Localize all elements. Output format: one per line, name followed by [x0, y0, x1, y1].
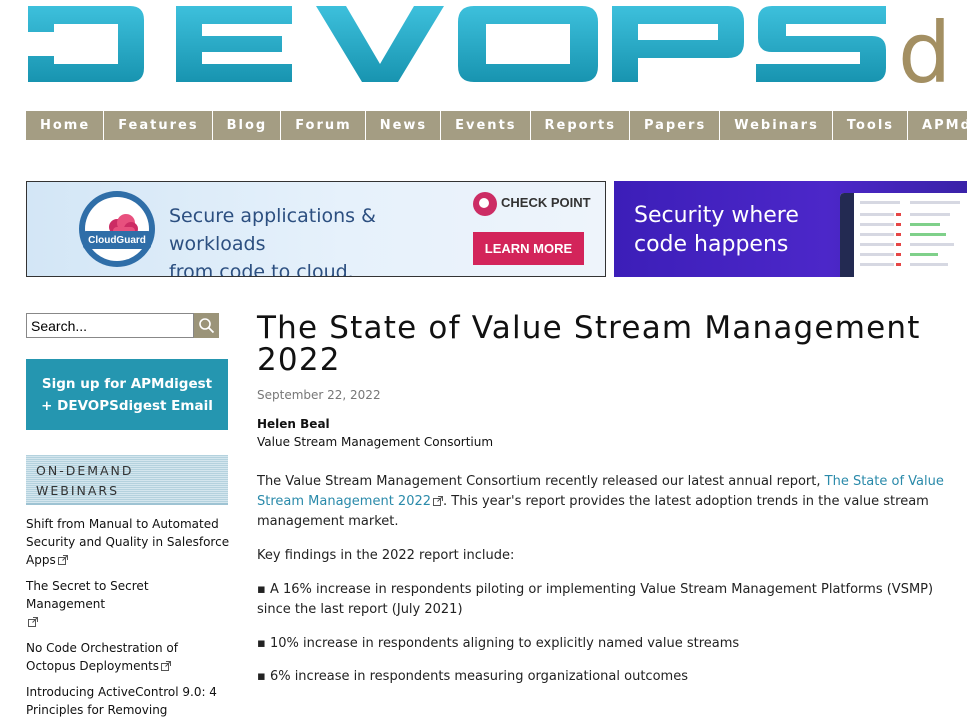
webinar-title: No Code Orchestration of Octopus Deploym…	[26, 641, 178, 673]
webinar-title: The Secret to Secret Management	[26, 579, 149, 611]
search-box	[26, 313, 219, 338]
nav-item-apmdigest[interactable]: APMdi	[908, 111, 967, 140]
ad-headline: Secure applications & workloads from cod…	[169, 202, 469, 277]
article-author: Helen Beal	[257, 417, 330, 431]
checkpoint-brand-text: CHECK POINT	[501, 195, 591, 210]
devops-logo-graphic: d	[28, 4, 951, 88]
cloudguard-label: CloudGuard	[88, 235, 146, 246]
author-organization: Value Stream Management Consortium	[257, 435, 494, 449]
checkpoint-banner-ad[interactable]: CloudGuard Secure applications & workloa…	[26, 181, 606, 277]
signup-line1: Sign up for APMdigest	[41, 376, 213, 392]
external-link-icon	[57, 555, 68, 565]
finding-bullet: ▪ 6% increase in respondents measuring o…	[257, 669, 688, 684]
webinar-link[interactable]: Introducing ActiveControl 9.0: 4 Princip…	[26, 683, 231, 719]
ondemand-webinars-header: ON-DEMAND WEBINARS	[26, 455, 228, 505]
nav-item-news[interactable]: News	[366, 111, 442, 140]
webinar-title: Introducing ActiveControl 9.0: 4 Princip…	[26, 685, 217, 717]
search-button[interactable]	[194, 313, 219, 338]
email-signup-button[interactable]: Sign up for APMdigest + DEVOPSdigest Ema…	[26, 359, 228, 430]
webinar-title: Shift from Manual to Automated Security …	[26, 517, 230, 567]
key-findings-intro: Key findings in the 2022 report include:	[257, 548, 515, 563]
search-icon	[199, 318, 215, 334]
article-title: The State of Value Stream Management 202…	[257, 310, 921, 378]
search-input[interactable]	[26, 313, 194, 338]
external-link-icon	[28, 617, 38, 627]
nav-item-features[interactable]: Features	[104, 111, 213, 140]
nav-item-papers[interactable]: Papers	[630, 111, 721, 140]
nav-item-home[interactable]: Home	[26, 111, 105, 140]
ad-headline-line2: from code to cloud.	[169, 261, 354, 277]
external-link-icon	[161, 661, 172, 671]
logo-suffix: d	[898, 4, 951, 88]
ad-headline-line1: Secure applications & workloads	[169, 205, 376, 255]
article-date: September 22, 2022	[257, 388, 381, 402]
nav-item-webinars[interactable]: Webinars	[720, 111, 833, 140]
nav-item-forum[interactable]: Forum	[281, 111, 366, 140]
webinar-link[interactable]: The Secret to Secret Management	[26, 577, 231, 631]
ondemand-line2: WEBINARS	[36, 483, 120, 498]
article-paragraph: The Value Stream Management Consortium r…	[257, 472, 967, 532]
security-banner-ad[interactable]: Security where code happens	[614, 181, 967, 277]
cloudguard-badge: CloudGuard	[79, 191, 155, 267]
webinar-link[interactable]: No Code Orchestration of Octopus Deploym…	[26, 639, 231, 675]
signup-line2: + DEVOPSdigest Email	[41, 398, 213, 414]
webinar-list: Shift from Manual to Automated Security …	[26, 515, 231, 727]
ad2-headline-line1: Security where	[634, 203, 799, 228]
checkpoint-logo: CHECK POINT	[473, 192, 593, 218]
nav-item-reports[interactable]: Reports	[531, 111, 630, 140]
ad2-headline-line2: code happens	[634, 232, 789, 257]
main-nav: Home Features Blog Forum News Events Rep…	[26, 111, 967, 140]
finding-bullet: ▪ 10% increase in respondents aligning t…	[257, 636, 740, 651]
webinar-link[interactable]: Shift from Manual to Automated Security …	[26, 515, 231, 569]
nav-item-tools[interactable]: Tools	[833, 111, 909, 140]
paragraph-text: The Value Stream Management Consortium r…	[257, 474, 825, 489]
learn-more-button[interactable]: LEARN MORE	[473, 232, 584, 265]
ad2-headline: Security where code happens	[634, 201, 854, 259]
ondemand-line1: ON-DEMAND	[36, 463, 134, 478]
site-logo[interactable]: d	[26, 0, 967, 88]
external-link-icon	[433, 496, 444, 506]
nav-item-events[interactable]: Events	[441, 111, 531, 140]
checkpoint-logo-icon	[473, 192, 497, 216]
nav-item-blog[interactable]: Blog	[213, 111, 282, 140]
product-screenshot-image	[840, 193, 967, 277]
finding-bullet: ▪ A 16% increase in respondents piloting…	[257, 582, 934, 617]
